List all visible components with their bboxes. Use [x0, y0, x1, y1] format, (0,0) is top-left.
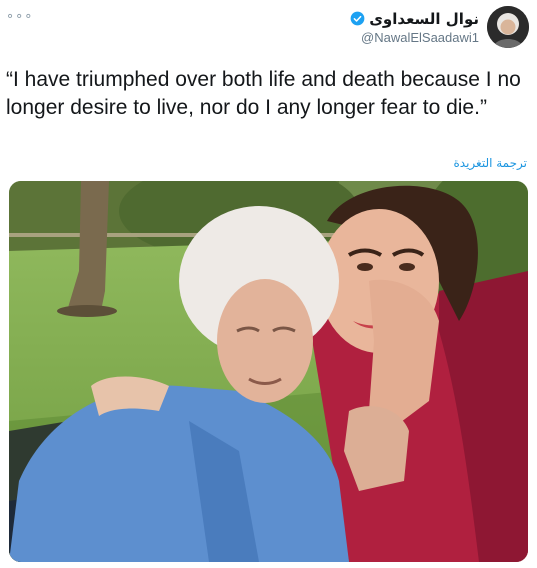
tweet-header: نوال السعداوى @NawalElSaadawi1 — [350, 6, 529, 48]
tweet-card: ∘∘∘ نوال السعداوى @NawalElSaadawi1 “I ha… — [0, 0, 537, 568]
verified-badge-icon — [350, 11, 365, 26]
translate-tweet-link[interactable]: ترجمة التغريدة — [453, 156, 527, 170]
tweet-text: “I have triumphed over both life and dea… — [6, 68, 521, 119]
more-options-button[interactable]: ∘∘∘ — [6, 8, 33, 24]
tweet-photo[interactable] — [9, 181, 528, 562]
author-name-row[interactable]: نوال السعداوى — [350, 10, 479, 28]
author-avatar[interactable] — [487, 6, 529, 48]
avatar-photo-icon — [487, 6, 529, 48]
photo-illustration — [9, 181, 528, 562]
author-handle[interactable]: @NawalElSaadawi1 — [361, 30, 479, 45]
author-names: نوال السعداوى @NawalElSaadawi1 — [350, 10, 479, 45]
author-display-name: نوال السعداوى — [369, 9, 479, 28]
